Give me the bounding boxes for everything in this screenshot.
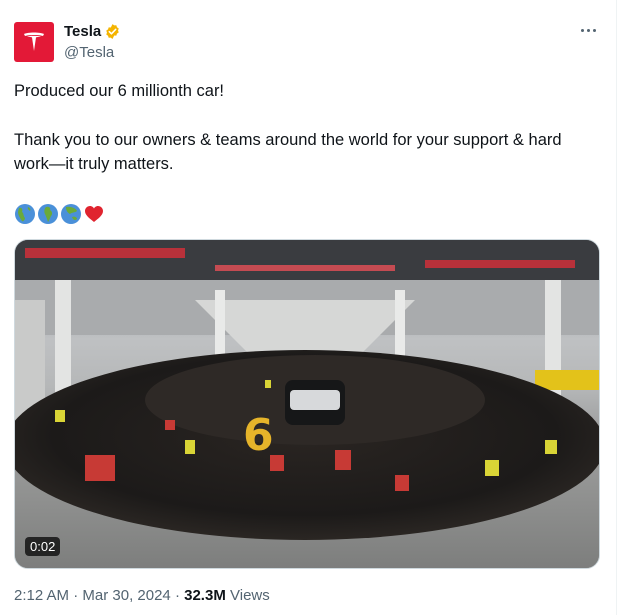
globe-asia-australia-icon (60, 203, 82, 225)
author-name[interactable]: Tesla (64, 23, 101, 40)
tweet-header: Tesla @Tesla (14, 20, 604, 64)
red-heart-icon (83, 203, 105, 225)
name-row: Tesla (64, 23, 121, 40)
globe-americas-icon (14, 203, 36, 225)
views-label: Views (230, 587, 270, 604)
tesla-logo-icon (24, 32, 44, 51)
verified-badge-icon[interactable] (104, 23, 121, 40)
meta-separator: · (73, 587, 79, 604)
video-media[interactable]: 6 0:02 (14, 239, 600, 569)
globe-europe-africa-icon (37, 203, 59, 225)
views-count: 32.3M (184, 587, 226, 604)
avatar[interactable] (14, 22, 54, 62)
meta-separator: · (174, 587, 180, 604)
tweet-text-line2: Thank you to our owners & teams around t… (14, 131, 567, 173)
post-time[interactable]: 2:12 AM (14, 587, 69, 604)
post-date[interactable]: Mar 30, 2024 (82, 587, 170, 604)
factory-crowd-photo: 6 (15, 240, 599, 568)
video-duration: 0:02 (25, 537, 61, 556)
balloon-number: 6 (243, 410, 274, 461)
tweet-text-line1: Produced our 6 millionth car! (14, 82, 225, 100)
author-handle[interactable]: @Tesla (64, 44, 114, 61)
more-icon[interactable] (580, 22, 600, 38)
emoji-row (14, 203, 105, 225)
column-border (616, 0, 617, 615)
tweet-footer: 2:12 AM · Mar 30, 2024 · 32.3M Views (14, 587, 270, 604)
